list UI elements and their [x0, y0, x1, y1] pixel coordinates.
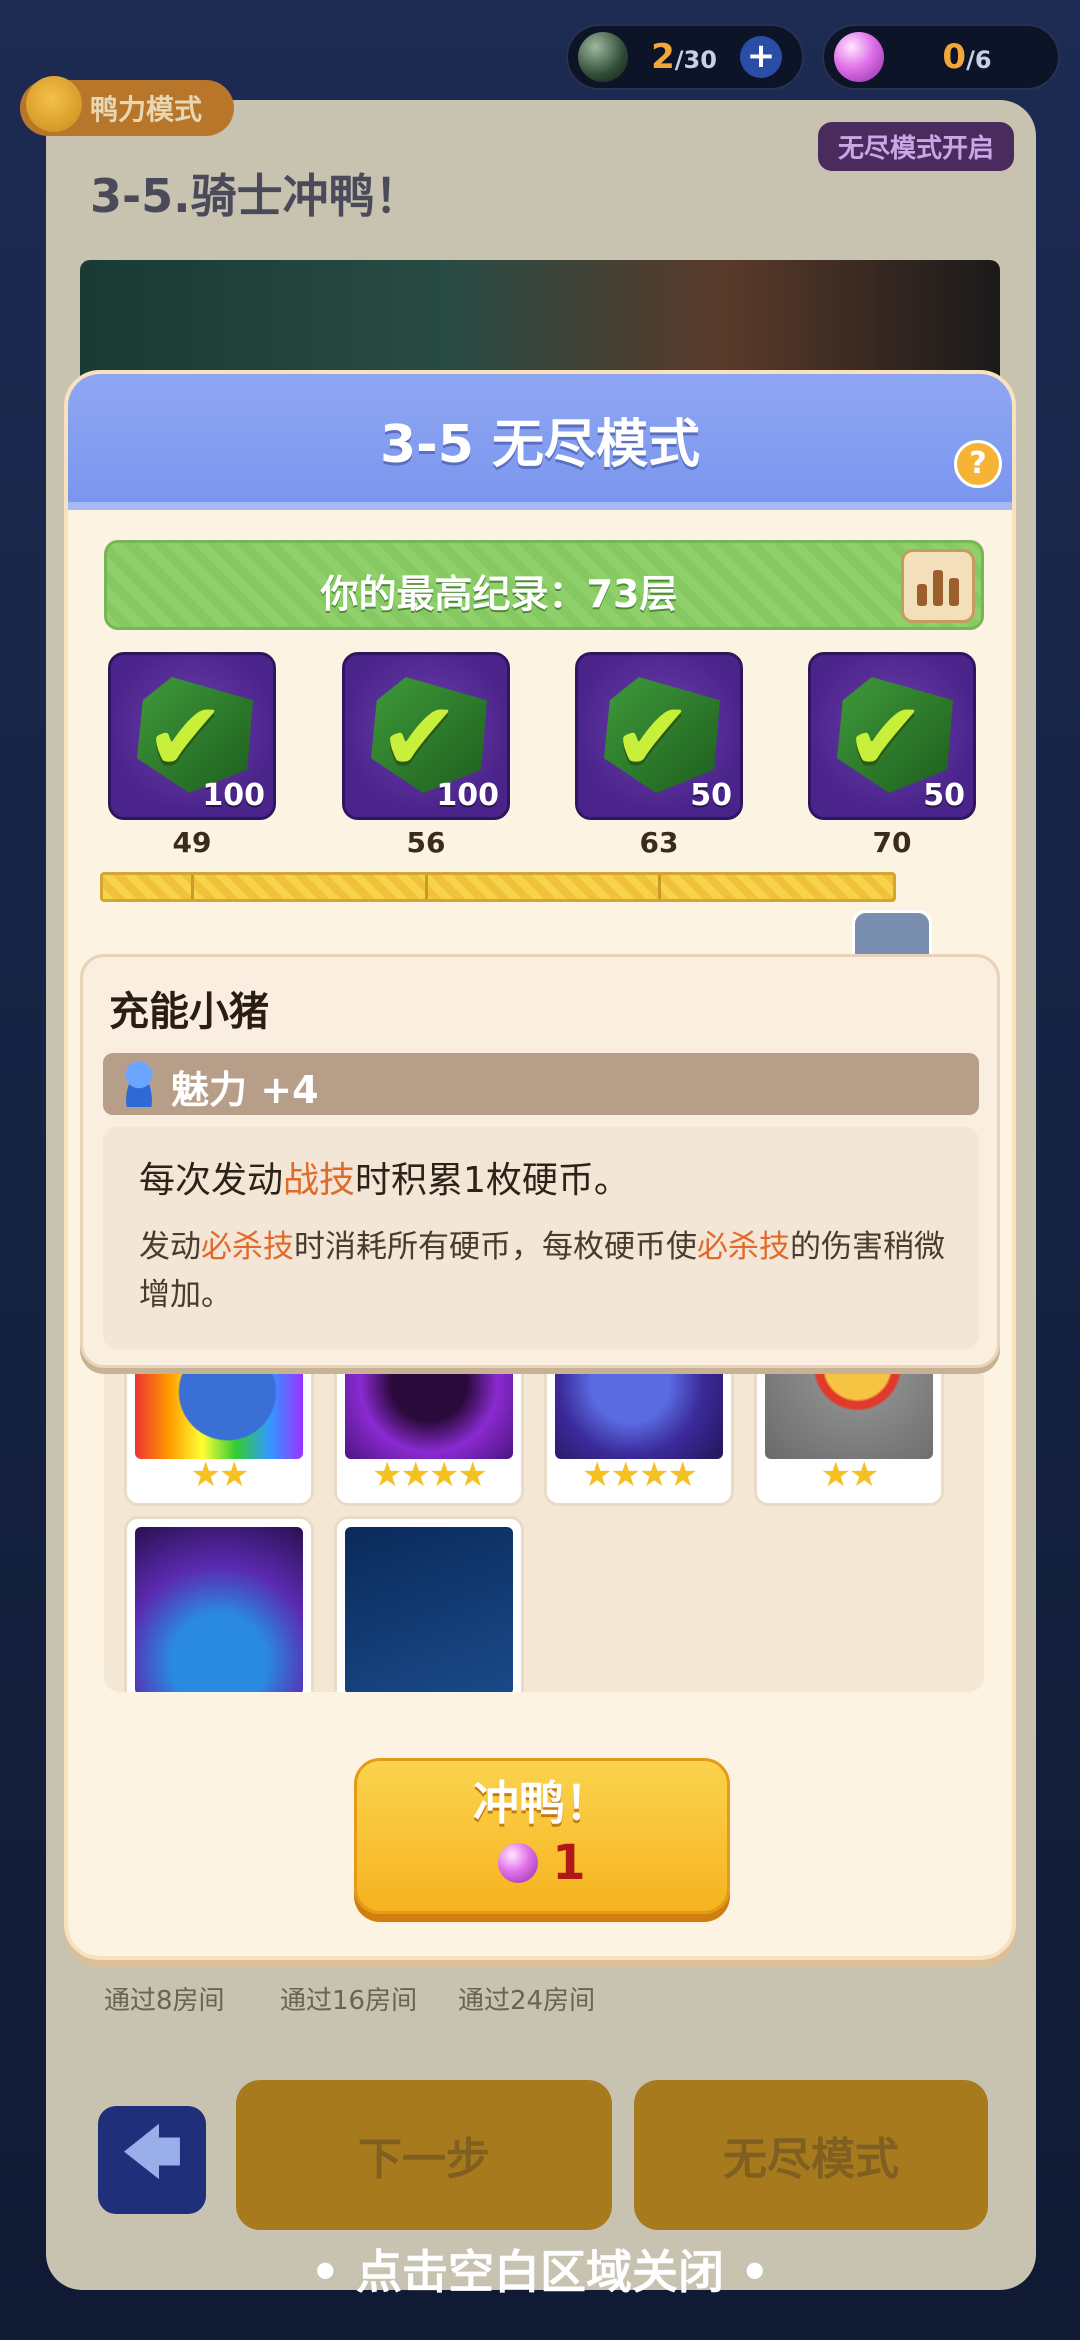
reward-amount: 50 [690, 778, 732, 813]
description-line-1: 每次发动战技时积累1枚硬币。 [139, 1160, 630, 1201]
dark-orb-icon [578, 32, 628, 82]
best-record-text: 你的最高纪录：73层 [320, 572, 678, 616]
reward-floor: 70 [872, 826, 912, 859]
progress-tick [658, 875, 661, 899]
go-duck-button[interactable]: 冲鸭！ 1 [354, 1758, 730, 1914]
card-item[interactable]: ★★ [754, 1374, 944, 1506]
checkmark-icon: ✔ [845, 681, 926, 793]
card-item[interactable]: ★★★★ [544, 1374, 734, 1506]
energy-value: 2 [651, 37, 675, 77]
dialog-header: 3-5 无尽模式 ? [68, 374, 1012, 510]
card-item[interactable]: ★★ [124, 1374, 314, 1506]
pink-orb-icon [834, 32, 884, 82]
swirl-art [135, 1527, 303, 1692]
mode-badge: 鸭力模式 [20, 76, 234, 136]
go-button-label: 冲鸭！ [473, 1776, 611, 1830]
floor-reward[interactable]: ✔ 100 [108, 652, 276, 820]
add-energy-button[interactable]: + [740, 36, 782, 78]
floor-reward[interactable]: ✔ 50 [575, 652, 743, 820]
dialog-title: 3-5 无尽模式 [379, 415, 701, 475]
checkmark-icon: ✔ [379, 681, 460, 793]
endless-mode-button[interactable]: 无尽模式 [634, 2080, 988, 2230]
back-arrow-icon: 🡄 [121, 2118, 183, 2188]
card-stars: ★★ [820, 1455, 880, 1495]
leaderboard-icon[interactable] [901, 549, 975, 623]
card-stars: ★★★★ [372, 1455, 488, 1495]
checkmark-icon: ✔ [612, 681, 693, 793]
piggy-bank-art [135, 1374, 303, 1459]
charm-stat: 魅力 +4 [171, 1068, 319, 1112]
card-item[interactable] [334, 1516, 524, 1692]
charm-stat-row: 魅力 +4 [103, 1053, 979, 1115]
fire-ring-art [765, 1374, 933, 1459]
duck-icon [26, 76, 82, 132]
card-stars: ★★★★ [582, 1455, 698, 1495]
help-icon[interactable]: ? [954, 440, 1002, 488]
gem-max: /6 [966, 46, 992, 74]
tooltip-title: 充能小猪 [109, 989, 269, 1035]
energy-max: /30 [674, 46, 717, 74]
progress-tick [191, 875, 194, 899]
floor-reward[interactable]: ✔ 100 [342, 652, 510, 820]
reward-amount: 100 [202, 778, 265, 813]
back-button[interactable]: 🡄 [98, 2106, 206, 2214]
level-title: 3-5.骑士冲鸭！ [90, 169, 421, 223]
endless-mode-on-badge: 无尽模式开启 [817, 122, 1014, 171]
mode-badge-label: 鸭力模式 [90, 93, 203, 126]
reward-amount: 50 [923, 778, 965, 813]
progress-tick [425, 875, 428, 899]
pink-orb-icon [498, 1843, 539, 1883]
go-button-cost: 1 [357, 1835, 727, 1891]
laser-lines-art [345, 1527, 513, 1692]
reward-floor: 49 [172, 826, 212, 859]
card-grid: ★★ ★★★★ ★★★★ ★★ [104, 1374, 984, 1692]
milestone-label: 通过16房间 [280, 1986, 418, 2016]
floor-reward[interactable]: ✔ 50 [808, 652, 976, 820]
reward-floor: 56 [406, 826, 446, 859]
checkmark-icon: ✔ [145, 681, 226, 793]
milestone-label: 通过24房间 [458, 1986, 596, 2016]
card-stars: ★★ [190, 1455, 250, 1495]
ghost-face-art [345, 1374, 513, 1459]
blob-creature-art [555, 1374, 723, 1459]
next-step-button[interactable]: 下一步 [236, 2080, 612, 2230]
gem-value: 0 [942, 37, 967, 77]
gem-counter: 0/6 [822, 24, 1060, 90]
go-cost-value: 1 [552, 1835, 586, 1891]
reward-floor: 63 [639, 826, 679, 859]
tooltip-description: 每次发动战技时积累1枚硬币。 发动必杀技时消耗所有硬币，每枚硬币使必杀技的伤害稍… [103, 1127, 979, 1349]
floor-progress-bar [100, 872, 896, 902]
item-tooltip: 充能小猪 魅力 +4 每次发动战技时积累1枚硬币。 发动必杀技时消耗所有硬币，每… [80, 954, 1000, 1368]
currency-bar: 2/30 + 0/6 [566, 24, 1060, 90]
person-icon [119, 1061, 159, 1107]
energy-counter: 2/30 + [566, 24, 804, 90]
best-record-bar: 你的最高纪录：73层 [104, 540, 984, 630]
card-item[interactable] [124, 1516, 314, 1692]
card-item[interactable]: ★★★★ [334, 1374, 524, 1506]
tap-to-close-hint[interactable]: • 点击空白区域关闭 • [0, 2236, 1080, 2302]
milestone-label: 通过8房间 [104, 1986, 225, 2016]
description-line-2: 发动必杀技时消耗所有硬币，每枚硬币使必杀技的伤害稍微增加。 [139, 1229, 945, 1313]
reward-amount: 100 [436, 778, 499, 813]
